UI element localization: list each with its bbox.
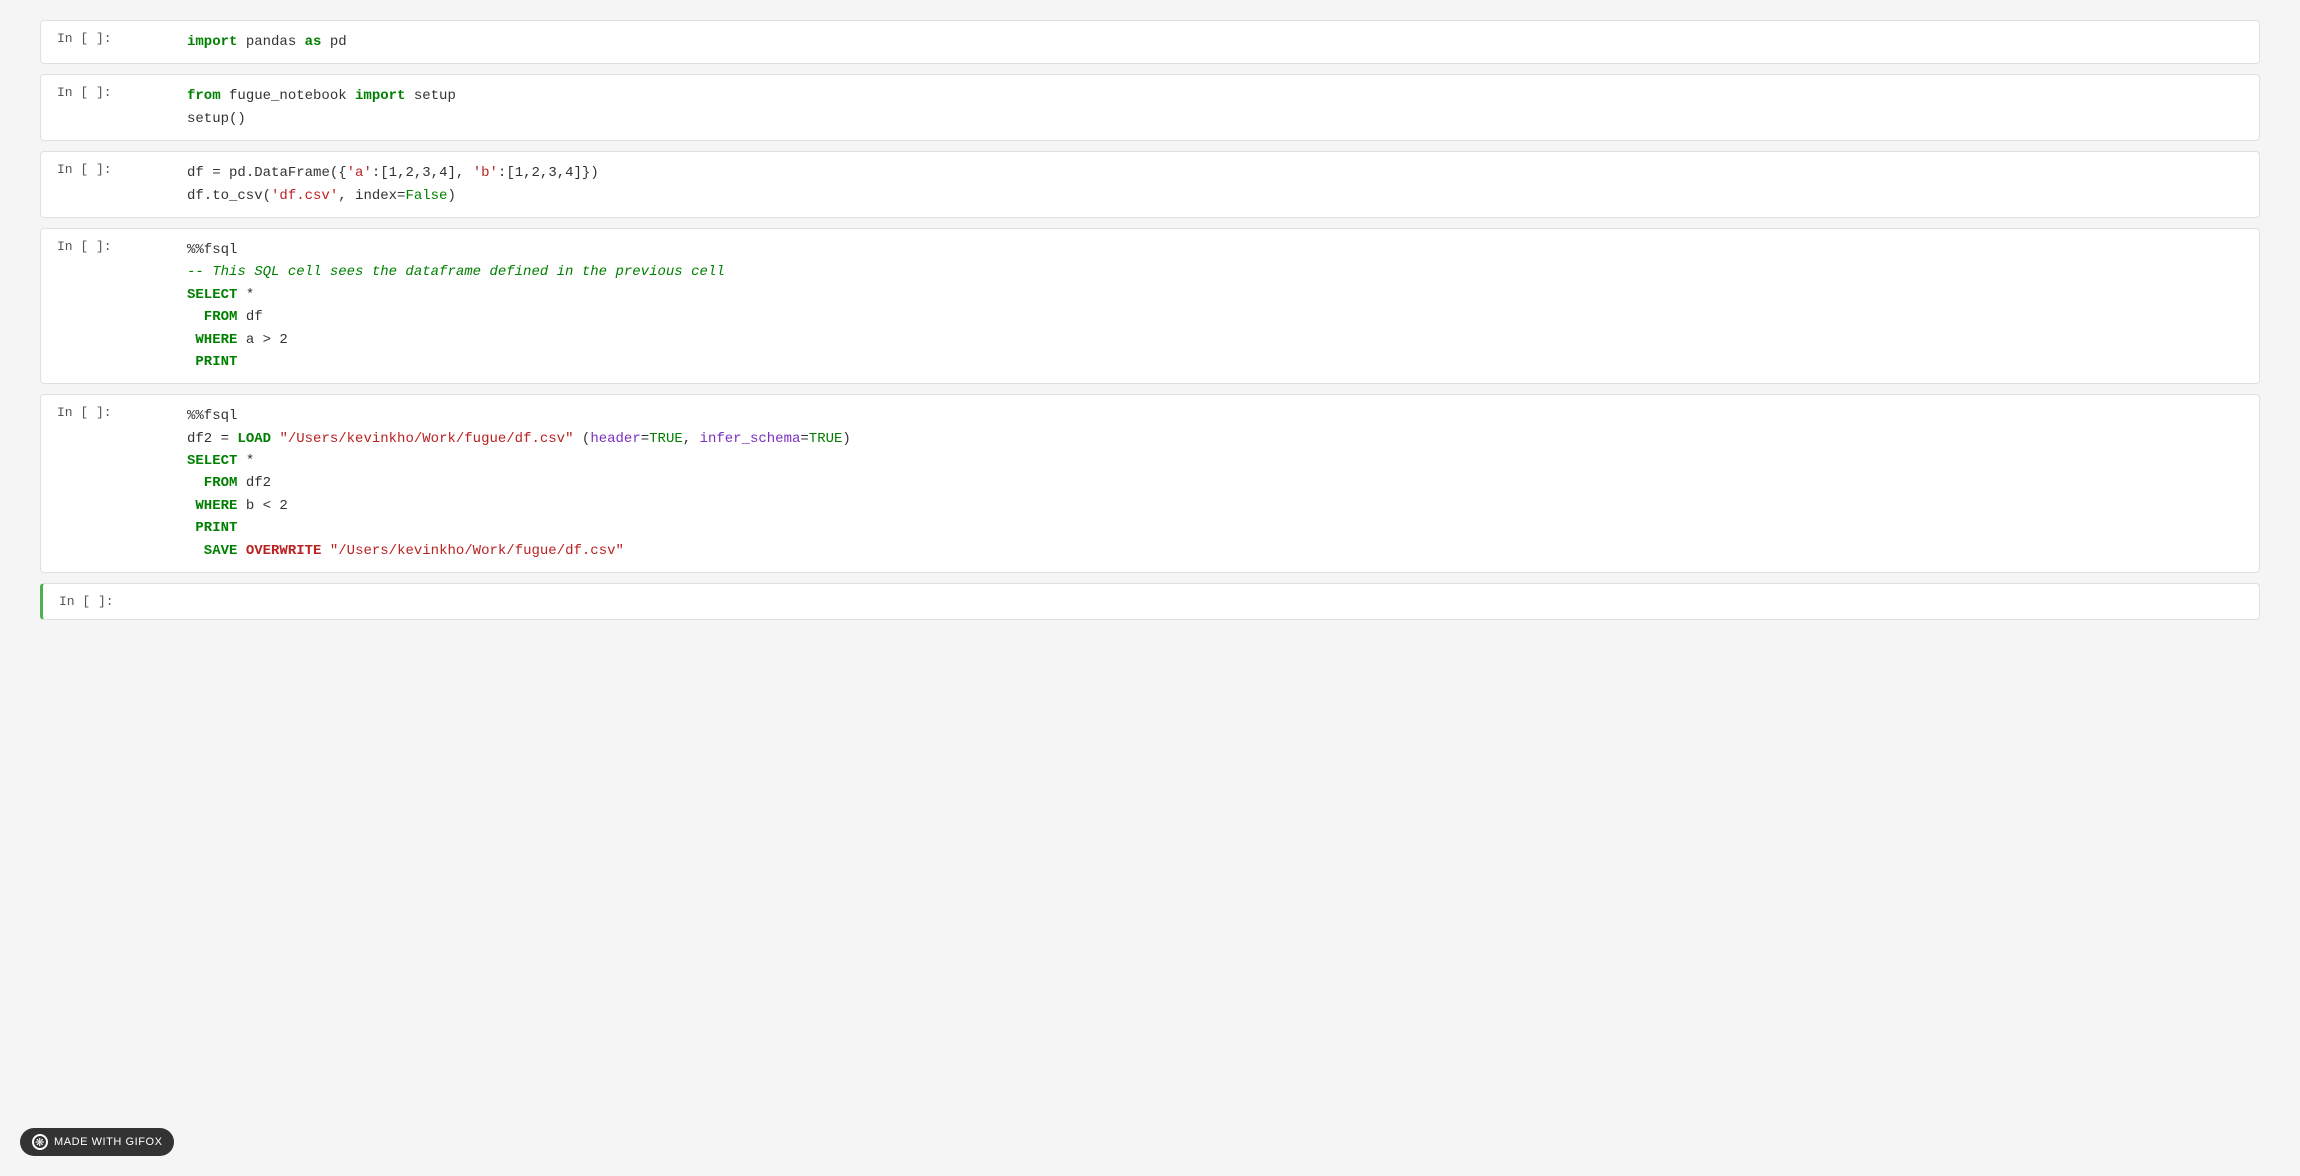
gifox-icon: ❋	[32, 1134, 48, 1150]
code-token: ,	[683, 431, 700, 447]
code-line: SELECT *	[187, 284, 2243, 306]
code-token: 'df.csv'	[271, 188, 338, 204]
cell-prompt: In [ ]:	[41, 75, 171, 110]
code-token	[237, 543, 245, 559]
code-line: -- This SQL cell sees the dataframe defi…	[187, 261, 2243, 283]
code-token: df	[237, 309, 262, 325]
code-token: b < 2	[237, 498, 287, 514]
cell-prompt: In [ ]:	[41, 152, 171, 187]
code-token: "/Users/kevinkho/Work/fugue/df.csv"	[279, 431, 573, 447]
code-line: from fugue_notebook import setup	[187, 85, 2243, 107]
cell-content[interactable]: %%fsql df2 = LOAD "/Users/kevinkho/Work/f…	[171, 395, 2259, 572]
code-token: import	[187, 34, 237, 50]
code-token: SAVE	[187, 543, 237, 559]
gifox-badge: ❋ MADE WITH GIFOX	[20, 1128, 174, 1156]
code-token: PRINT	[187, 354, 237, 370]
code-token: OVERWRITE	[246, 543, 322, 559]
code-token: -- This SQL cell sees the dataframe defi…	[187, 264, 725, 280]
code-token: WHERE	[187, 332, 237, 348]
code-line: WHERE b < 2	[187, 495, 2243, 517]
code-token: df2	[187, 431, 221, 447]
code-token	[321, 543, 329, 559]
code-token: (	[574, 431, 591, 447]
code-token: SELECT	[187, 287, 237, 303]
code-line: setup()	[187, 108, 2243, 130]
code-line: df = pd.DataFrame({'a':[1,2,3,4], 'b':[1…	[187, 162, 2243, 184]
code-line: SELECT *	[187, 450, 2243, 472]
code-line: df2 = LOAD "/Users/kevinkho/Work/fugue/d…	[187, 428, 2243, 450]
code-token: )	[447, 188, 455, 204]
code-token: LOAD	[237, 431, 271, 447]
code-token: import	[355, 88, 405, 104]
cell-content[interactable]: from fugue_notebook import setup setup()	[171, 75, 2259, 140]
cell-prompt: In [ ]:	[41, 229, 171, 264]
code-token: FROM	[187, 475, 237, 491]
code-token: =	[800, 431, 808, 447]
code-token: %%fsql	[187, 242, 237, 258]
code-line: SAVE OVERWRITE "/Users/kevinkho/Work/fug…	[187, 540, 2243, 562]
cell-content[interactable]	[173, 584, 2259, 604]
notebook-cell[interactable]: In [ ]: import pandas as pd	[40, 20, 2260, 64]
code-token: 'b'	[473, 165, 498, 181]
code-token: %%fsql	[187, 408, 237, 424]
code-token: fugue_notebook	[221, 88, 355, 104]
notebook-container: In [ ]:import pandas as pdIn [ ]:from fu…	[20, 20, 2280, 620]
code-line: PRINT	[187, 351, 2243, 373]
code-token: header	[590, 431, 640, 447]
code-token: :[1,2,3,4]})	[498, 165, 599, 181]
notebook-cell[interactable]: In [ ]: %%fsql -- This SQL cell sees the d…	[40, 228, 2260, 384]
code-token: FROM	[187, 309, 237, 325]
code-token: )	[842, 431, 850, 447]
notebook-cell[interactable]: In [ ]:from fugue_notebook import setups…	[40, 74, 2260, 141]
code-token: pandas	[237, 34, 304, 50]
code-token: WHERE	[187, 498, 237, 514]
code-line: df.to_csv('df.csv', index=False)	[187, 185, 2243, 207]
code-token: a > 2	[237, 332, 287, 348]
notebook-cell[interactable]: In [ ]: df = pd.DataFrame({'a':[1,2,3,4],…	[40, 151, 2260, 218]
code-line: FROM df2	[187, 472, 2243, 494]
code-token: TRUE	[649, 431, 683, 447]
code-token: from	[187, 88, 221, 104]
code-token: df2	[237, 475, 271, 491]
code-token: =	[641, 431, 649, 447]
code-token: df.to_csv(	[187, 188, 271, 204]
code-token: *	[237, 453, 254, 469]
code-token: as	[305, 34, 322, 50]
code-token: 'a'	[347, 165, 372, 181]
code-line: %%fsql	[187, 239, 2243, 261]
cell-content[interactable]: %%fsql -- This SQL cell sees the datafram…	[171, 229, 2259, 383]
cell-content[interactable]: df = pd.DataFrame({'a':[1,2,3,4], 'b':[1…	[171, 152, 2259, 217]
code-token: "/Users/kevinkho/Work/fugue/df.csv"	[330, 543, 624, 559]
code-line: %%fsql	[187, 405, 2243, 427]
notebook-cell[interactable]: In [ ]:	[40, 583, 2260, 620]
code-token: pd.DataFrame({	[229, 165, 347, 181]
code-token: False	[405, 188, 447, 204]
code-token: :[1,2,3,4],	[372, 165, 473, 181]
code-token: SELECT	[187, 453, 237, 469]
cell-content[interactable]: import pandas as pd	[171, 21, 2259, 63]
code-line: FROM df	[187, 306, 2243, 328]
code-token: setup()	[187, 111, 246, 127]
code-line: WHERE a > 2	[187, 329, 2243, 351]
code-token: TRUE	[809, 431, 843, 447]
code-token: infer_schema	[700, 431, 801, 447]
code-token: PRINT	[187, 520, 237, 536]
code-token: setup	[405, 88, 455, 104]
code-token: pd	[321, 34, 346, 50]
cell-prompt: In [ ]:	[43, 584, 173, 619]
cell-prompt: In [ ]:	[41, 395, 171, 430]
code-line: PRINT	[187, 517, 2243, 539]
code-token: *	[237, 287, 254, 303]
code-token: =	[212, 165, 229, 181]
cell-prompt: In [ ]:	[41, 21, 171, 56]
gifox-label: MADE WITH GIFOX	[54, 1136, 162, 1148]
notebook-cell[interactable]: In [ ]: %%fsql df2 = LOAD "/Users/kevinkho…	[40, 394, 2260, 573]
code-line: import pandas as pd	[187, 31, 2243, 53]
code-token: =	[221, 431, 238, 447]
code-token: , index=	[338, 188, 405, 204]
code-token: df	[187, 165, 212, 181]
